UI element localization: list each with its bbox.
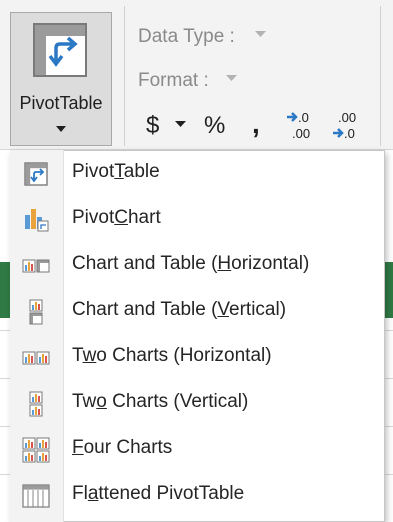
menu-item-label: Chart and Table (Vertical) xyxy=(72,299,287,320)
sheet-background xyxy=(0,150,10,522)
grid-line xyxy=(0,474,10,475)
menu-item-label: Chart and Table (Horizontal) xyxy=(72,253,310,274)
svg-text:.00: .00 xyxy=(292,126,310,141)
chart-table-horizontal-icon xyxy=(22,259,50,273)
menu-item-pivotchart[interactable]: PivotChart xyxy=(10,196,385,242)
percent-format-button[interactable]: % xyxy=(204,112,225,140)
four-charts-icon xyxy=(22,437,50,463)
currency-format-button[interactable]: $ xyxy=(146,112,159,140)
increase-decimal-icon[interactable]: .0 .00 xyxy=(286,110,318,142)
currency-dropdown-icon[interactable] xyxy=(175,121,186,128)
menu-item-label: PivotTable xyxy=(72,161,160,182)
menu-item-label: PivotChart xyxy=(72,207,161,228)
grid-line xyxy=(0,330,10,331)
grid-line xyxy=(0,426,10,427)
table-header-band xyxy=(385,262,393,318)
format-label: Format : xyxy=(138,70,209,91)
chart-table-vertical-icon xyxy=(29,299,43,325)
svg-text:.00: .00 xyxy=(338,110,356,125)
menu-item-chart-table-horizontal[interactable]: Chart and Table (Horizontal) xyxy=(10,242,385,288)
menu-item-label: Four Charts xyxy=(72,437,173,458)
pivotchart-icon xyxy=(25,209,49,232)
svg-text:.0: .0 xyxy=(344,126,355,141)
flattened-pivottable-icon xyxy=(22,484,50,508)
menu-item-flattened-pivottable[interactable]: Flattened PivotTable xyxy=(10,472,385,518)
comma-style-button[interactable]: , xyxy=(252,108,260,140)
ribbon-group-divider xyxy=(124,6,125,146)
grid-line xyxy=(385,330,393,331)
menu-item-two-charts-horizontal[interactable]: Two Charts (Horizontal) xyxy=(10,334,385,380)
grid-line xyxy=(0,378,10,379)
menu-item-chart-table-vertical[interactable]: Chart and Table (Vertical) xyxy=(10,288,385,334)
menu-item-label: Flattened PivotTable xyxy=(72,483,245,504)
data-type-label: Data Type : xyxy=(138,26,235,47)
menu-item-four-charts[interactable]: Four Charts xyxy=(10,426,385,472)
grid-line xyxy=(385,474,393,475)
format-dropdown-icon[interactable] xyxy=(226,75,237,82)
grid-line xyxy=(385,426,393,427)
menu-item-label: Two Charts (Vertical) xyxy=(72,391,249,412)
grid-line xyxy=(385,378,393,379)
pivottable-large-icon xyxy=(33,23,87,77)
table-header-band xyxy=(0,262,10,318)
pivottable-split-button[interactable]: PivotTable xyxy=(10,12,112,146)
pivottable-icon xyxy=(24,162,48,186)
ribbon-group-divider xyxy=(380,6,381,146)
menu-item-label: Two Charts (Horizontal) xyxy=(72,345,272,366)
chevron-down-icon[interactable] xyxy=(55,125,67,133)
menu-item-two-charts-vertical[interactable]: Two Charts (Vertical) xyxy=(10,380,385,426)
decrease-decimal-icon[interactable]: .00 .0 xyxy=(332,110,364,142)
two-charts-horizontal-icon xyxy=(22,351,50,365)
two-charts-vertical-icon xyxy=(29,391,43,417)
data-type-dropdown-icon[interactable] xyxy=(255,31,266,38)
menu-item-pivottable[interactable]: PivotTable xyxy=(10,150,385,196)
svg-text:.0: .0 xyxy=(298,110,309,125)
pivottable-button-label: PivotTable xyxy=(19,93,103,113)
